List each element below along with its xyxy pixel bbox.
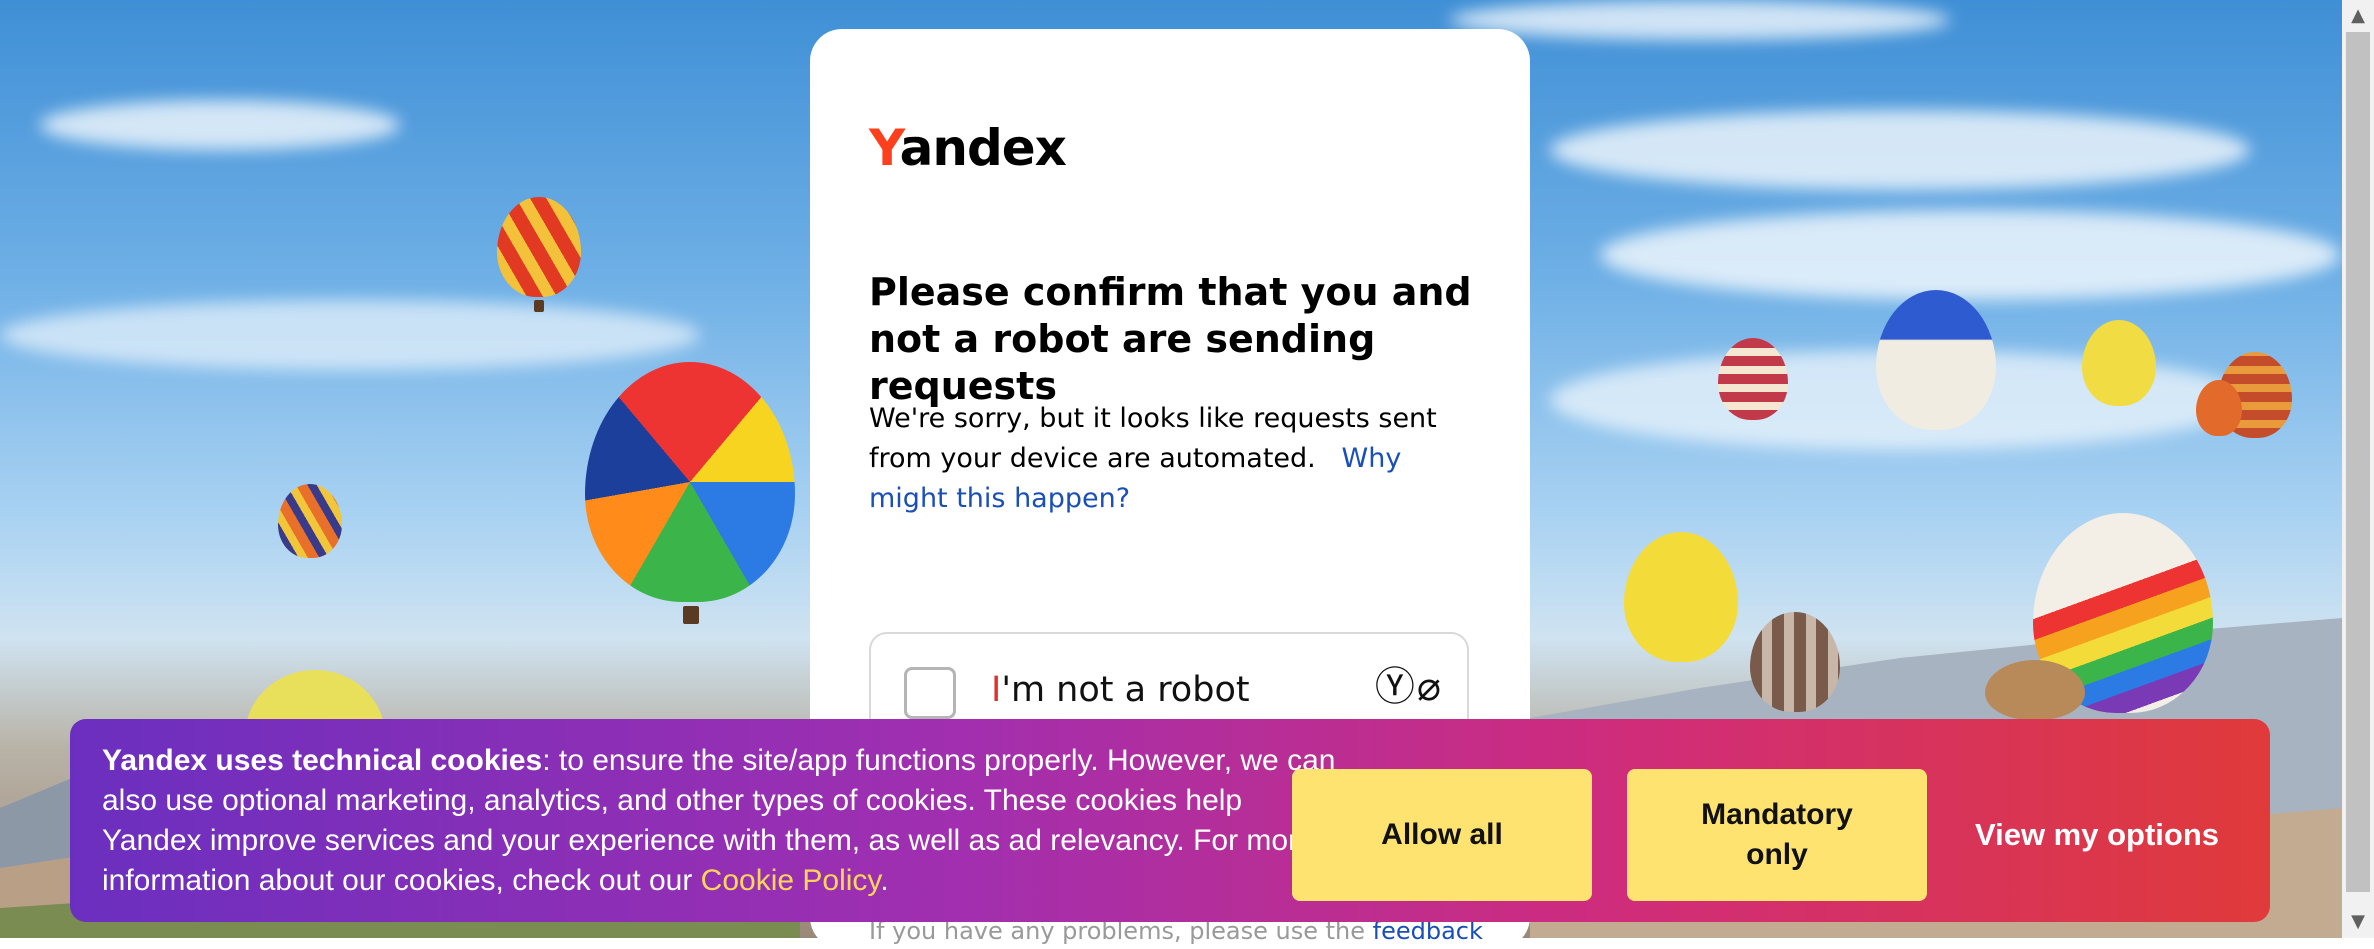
hot-air-balloon [1985, 660, 2085, 720]
hot-air-balloon [2082, 320, 2156, 406]
hot-air-balloon [1876, 290, 1996, 430]
page-title: Please confirm that you and not a robot … [869, 270, 1472, 408]
hot-air-balloon [497, 197, 581, 297]
logo-rest: andex [899, 119, 1067, 177]
hot-air-balloon [1624, 532, 1738, 662]
captcha-icons: Ⓨ⌀ [1375, 654, 1443, 712]
cookie-bold-text: Yandex uses technical cookies [102, 744, 543, 777]
hot-air-balloon [1750, 612, 1840, 712]
hot-air-balloon [585, 362, 795, 602]
scroll-thumb[interactable] [2346, 32, 2370, 892]
not-robot-checkbox[interactable] [904, 667, 956, 719]
view-options-button[interactable]: View my options [1947, 769, 2247, 901]
allow-all-button[interactable]: Allow all [1292, 769, 1592, 901]
captcha-description: We're sorry, but it looks like requests … [869, 399, 1479, 519]
scroll-up-icon[interactable]: ▲ [2342, 0, 2374, 32]
yandex-circle-icon: Ⓨ [1374, 664, 1417, 710]
cookie-policy-link[interactable]: Cookie Policy [701, 864, 881, 897]
cookie-end: . [880, 864, 889, 897]
mandatory-only-button[interactable]: Mandatory only [1627, 769, 1927, 901]
hot-air-balloon [2196, 380, 2242, 436]
hot-air-balloon [1718, 338, 1788, 420]
logo-first-letter: Y [869, 119, 901, 177]
cookie-banner: Yandex uses technical cookies: to ensure… [70, 719, 2270, 922]
label-rest: 'm not a robot [1001, 670, 1250, 710]
label-first-letter: I [991, 670, 1002, 710]
scroll-down-icon[interactable]: ▼ [2342, 906, 2374, 938]
hot-air-balloon [278, 484, 342, 558]
cookie-text: Yandex uses technical cookies: to ensure… [102, 741, 1342, 901]
leaf-circle-icon: ⌀ [1416, 664, 1443, 710]
yandex-logo[interactable]: Yandex [869, 119, 1067, 177]
not-robot-label[interactable]: I'm not a robot [991, 670, 1250, 710]
page-scrollbar[interactable]: ▲ ▼ [2342, 0, 2374, 938]
